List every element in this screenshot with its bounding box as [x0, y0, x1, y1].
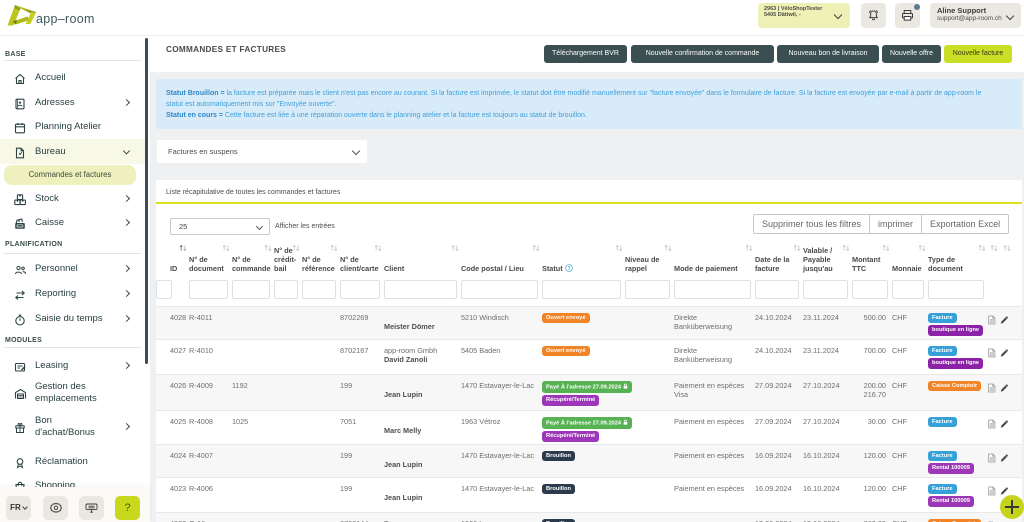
- svg-text:?: ?: [567, 266, 570, 272]
